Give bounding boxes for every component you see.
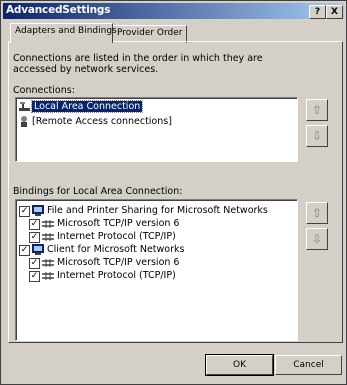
connections-list[interactable]: Local Area Connection [Remote Access con… xyxy=(15,97,298,162)
binding-label: Microsoft TCP/IP version 6 xyxy=(57,218,180,229)
close-button[interactable]: X xyxy=(326,5,343,19)
arrow-up-icon: ⇧ xyxy=(311,103,323,117)
connections-description: Connections are listed in the order in w… xyxy=(13,53,263,75)
binding-label: Internet Protocol (TCP/IP) xyxy=(57,231,176,242)
binding-move-down-button[interactable]: ⇩ xyxy=(306,228,328,250)
file-printer-service-icon xyxy=(32,205,44,216)
connection-item-label: [Remote Access connections] xyxy=(32,116,172,127)
arrow-down-icon: ⇩ xyxy=(311,232,323,246)
client-icon xyxy=(32,244,44,255)
tab-label: Provider Order xyxy=(117,28,183,38)
connection-item-local-area[interactable]: Local Area Connection xyxy=(19,100,144,113)
help-button[interactable]: ? xyxy=(309,5,326,19)
tab-adapters-and-bindings[interactable]: Adapters and Bindings xyxy=(10,23,117,43)
close-icon: X xyxy=(331,7,338,17)
binding-checkbox[interactable]: ✓ xyxy=(29,271,40,282)
bindings-list[interactable]: ✓ File and Printer Sharing for Microsoft… xyxy=(15,199,298,341)
binding-label: Microsoft TCP/IP version 6 xyxy=(57,257,180,268)
ok-button[interactable]: OK xyxy=(205,354,274,376)
connection-move-down-button[interactable]: ⇩ xyxy=(306,125,328,147)
network-adapter-icon xyxy=(19,102,30,111)
binding-label: Client for Microsoft Networks xyxy=(47,244,185,255)
binding-move-up-button[interactable]: ⇧ xyxy=(306,202,328,224)
binding-checkbox[interactable]: ✓ xyxy=(29,232,40,243)
check-icon: ✓ xyxy=(20,206,29,216)
check-icon: ✓ xyxy=(30,232,39,242)
help-icon: ? xyxy=(314,7,321,17)
window-title: AdvancedSettings xyxy=(6,4,111,16)
arrow-up-icon: ⇧ xyxy=(311,206,323,220)
protocol-icon xyxy=(42,272,54,280)
connections-label: Connections: xyxy=(13,85,75,96)
title-bar[interactable]: AdvancedSettings ? X xyxy=(3,3,344,19)
binding-label: File and Printer Sharing for Microsoft N… xyxy=(47,205,268,216)
binding-checkbox[interactable]: ✓ xyxy=(19,245,30,256)
check-icon: ✓ xyxy=(30,271,39,281)
advanced-settings-dialog: AdvancedSettings ? X Adapters and Bindin… xyxy=(0,0,347,385)
binding-label: Internet Protocol (TCP/IP) xyxy=(57,270,176,281)
bindings-label: Bindings for Local Area Connection: xyxy=(13,186,183,197)
protocol-icon xyxy=(42,220,54,228)
check-icon: ✓ xyxy=(30,258,39,268)
remote-access-icon xyxy=(21,116,27,127)
connection-item-label: Local Area Connection xyxy=(30,100,144,113)
cancel-button[interactable]: Cancel xyxy=(275,355,342,375)
connection-item-remote-access[interactable]: [Remote Access connections] xyxy=(19,116,172,128)
connection-move-up-button[interactable]: ⇧ xyxy=(306,99,328,121)
check-icon: ✓ xyxy=(20,245,29,255)
arrow-down-icon: ⇩ xyxy=(311,129,323,143)
protocol-icon xyxy=(42,233,54,241)
protocol-icon xyxy=(42,259,54,267)
binding-checkbox[interactable]: ✓ xyxy=(19,206,30,217)
tab-label: Adapters and Bindings xyxy=(15,26,117,36)
check-icon: ✓ xyxy=(30,219,39,229)
binding-checkbox[interactable]: ✓ xyxy=(29,258,40,269)
binding-checkbox[interactable]: ✓ xyxy=(29,219,40,230)
